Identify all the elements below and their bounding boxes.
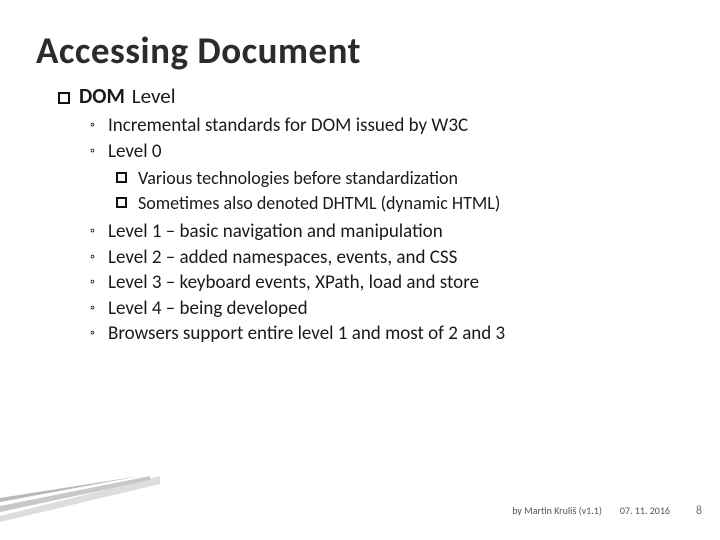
list-item: Level 1 – basic navigation and manipulat… <box>90 219 684 245</box>
decorative-wedge <box>0 476 170 522</box>
sub-bullet-list: Various technologies before standardizat… <box>116 166 684 215</box>
slide-title: Accessing Document <box>36 28 684 73</box>
list-item: Level 2 – added namespaces, events, and … <box>90 245 684 271</box>
square-bullet-icon <box>58 92 70 104</box>
list-item: Level 0 <box>90 139 684 165</box>
bullet-list-a: Incremental standards for DOM issued by … <box>90 113 684 164</box>
top-level-prefix: DOM <box>79 83 125 109</box>
list-item: Browsers support entire level 1 and most… <box>90 321 684 347</box>
top-level-suffix: Level <box>132 83 176 109</box>
top-level-item: DOM Level <box>58 83 684 109</box>
bullet-list-b: Level 1 – basic navigation and manipulat… <box>90 219 684 347</box>
list-item: Sometimes also denoted DHTML (dynamic HT… <box>116 191 684 215</box>
list-item: Incremental standards for DOM issued by … <box>90 113 684 139</box>
list-item: Various technologies before standardizat… <box>116 166 684 190</box>
list-item: Level 4 – being developed <box>90 296 684 322</box>
footer-date: 07. 11. 2016 <box>620 504 670 517</box>
list-item: Level 3 – keyboard events, XPath, load a… <box>90 270 684 296</box>
slide: Accessing Document DOM Level Incremental… <box>0 0 720 540</box>
footer: by Martin Kruliš (v1.1) 07. 11. 2016 8 <box>512 504 702 518</box>
footer-author: by Martin Kruliš (v1.1) <box>512 504 602 517</box>
page-number: 8 <box>688 504 702 518</box>
